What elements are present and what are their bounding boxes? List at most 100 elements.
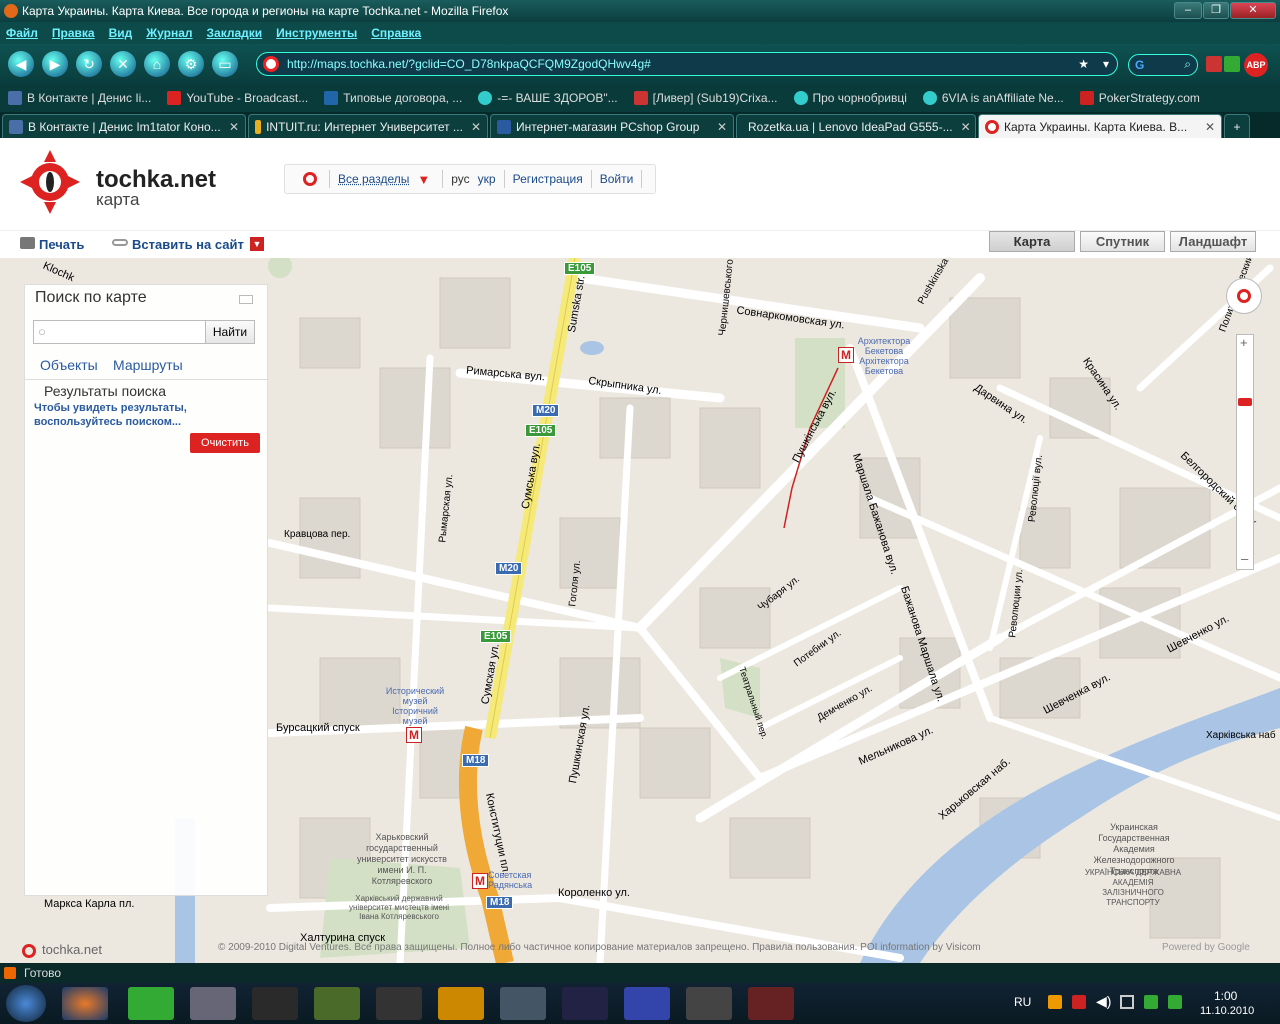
search-icon[interactable]: ⌕ bbox=[1184, 57, 1191, 72]
lang-ru[interactable]: рус bbox=[451, 172, 469, 186]
menu-file[interactable]: Файл bbox=[6, 26, 38, 40]
menu-view[interactable]: Вид bbox=[109, 26, 133, 40]
tray-icon[interactable] bbox=[1072, 995, 1086, 1009]
close-tab-icon[interactable]: ✕ bbox=[463, 120, 481, 134]
close-tab-icon[interactable]: ✕ bbox=[221, 120, 239, 134]
volume-icon[interactable]: ◀) bbox=[1096, 993, 1111, 1010]
url-field[interactable]: http://maps.tochka.net/?gclid=CO_D78nkpa… bbox=[256, 52, 1118, 76]
floppy-icon[interactable] bbox=[624, 987, 670, 1020]
sections-menu[interactable]: Все разделы bbox=[338, 172, 409, 186]
footer-logo[interactable]: tochka.net bbox=[42, 942, 102, 957]
halflife2-icon[interactable] bbox=[438, 987, 484, 1020]
zoom-handle[interactable] bbox=[1238, 398, 1252, 406]
tab-intuit[interactable]: INTUIT.ru: Интернет Университет ... ✕ bbox=[248, 114, 488, 138]
bookmark-item[interactable]: В Контакте | Денис Ii... bbox=[8, 91, 151, 105]
start-button[interactable] bbox=[6, 985, 46, 1022]
app-icon[interactable] bbox=[686, 987, 732, 1020]
tab-tochka[interactable]: Карта Украины. Карта Киева. В... ✕ bbox=[978, 114, 1222, 138]
menu-help[interactable]: Справка bbox=[371, 26, 421, 40]
maptype-terrain-button[interactable]: Ландшафт bbox=[1170, 231, 1256, 252]
forward-icon[interactable]: ▶ bbox=[42, 51, 68, 77]
zoom-in-icon[interactable]: + bbox=[1240, 335, 1248, 350]
reload-icon[interactable]: ↻ bbox=[76, 51, 102, 77]
new-tab-button[interactable]: + bbox=[1224, 114, 1250, 138]
firefox-taskbar-icon[interactable] bbox=[62, 987, 108, 1020]
register-link[interactable]: Регистрация bbox=[513, 172, 583, 186]
home-icon[interactable]: ⌂ bbox=[144, 51, 170, 77]
clock-date[interactable]: 11.10.2010 bbox=[1200, 1005, 1254, 1017]
embed-dropdown-icon[interactable]: ▼ bbox=[250, 237, 264, 251]
ati-icon[interactable] bbox=[562, 987, 608, 1020]
search-box[interactable]: G ⌕ bbox=[1128, 54, 1198, 76]
language-indicator[interactable]: RU bbox=[1014, 995, 1031, 1009]
halflife-icon[interactable] bbox=[252, 987, 298, 1020]
tab-vk[interactable]: В Контакте | Денис Im1tator Коно... ✕ bbox=[2, 114, 246, 138]
bookmark-item[interactable]: -=- ВАШЕ ЗДОРОВ"... bbox=[478, 91, 618, 105]
bookmark-item[interactable]: Типовые договора, ... bbox=[324, 91, 462, 105]
tab-strip: В Контакте | Денис Im1tator Коно... ✕ INT… bbox=[0, 112, 1280, 138]
close-tab-icon[interactable]: ✕ bbox=[953, 120, 971, 134]
bookmark-item[interactable]: [Ливер] (Sub19)Crixa... bbox=[633, 91, 778, 105]
tab-rozetka[interactable]: Rozetka.ua | Lenovo IdeaPad G555-... ✕ bbox=[736, 114, 976, 138]
metro-icon[interactable]: M bbox=[406, 727, 422, 743]
menu-tools[interactable]: Инструменты bbox=[276, 26, 357, 40]
status-text: Готово bbox=[24, 966, 62, 980]
clock-time[interactable]: 1:00 bbox=[1214, 989, 1237, 1003]
back-icon[interactable]: ◀ bbox=[8, 51, 34, 77]
adblock-icon[interactable]: ABP bbox=[1244, 53, 1268, 77]
url-dropdown-icon[interactable]: ▾ bbox=[1103, 53, 1109, 75]
chevron-down-icon[interactable]: ▼ bbox=[417, 172, 430, 187]
app-icon[interactable] bbox=[314, 987, 360, 1020]
addon-icon[interactable] bbox=[1206, 56, 1222, 72]
minimize-button[interactable]: – bbox=[1174, 2, 1202, 19]
close-tab-icon[interactable]: ✕ bbox=[709, 120, 727, 134]
zoom-slider[interactable]: + – bbox=[1236, 334, 1254, 570]
computer-icon[interactable] bbox=[190, 987, 236, 1020]
tray-icon[interactable] bbox=[1048, 995, 1062, 1009]
bookmark-item[interactable]: PokerStrategy.com bbox=[1079, 91, 1200, 105]
stop-icon[interactable]: ✕ bbox=[110, 51, 136, 77]
menu-edit[interactable]: Правка bbox=[52, 26, 95, 40]
tab-objects[interactable]: Объекты bbox=[40, 357, 98, 373]
tochka-logo[interactable] bbox=[20, 150, 80, 214]
metro-icon[interactable]: M bbox=[838, 347, 854, 363]
network-icon[interactable] bbox=[1120, 995, 1134, 1009]
maximize-button[interactable]: ❐ bbox=[1203, 2, 1229, 19]
road-badge: M18 bbox=[462, 754, 490, 767]
center-icon[interactable] bbox=[1237, 289, 1251, 303]
addon2-icon[interactable] bbox=[1224, 56, 1240, 72]
lang-ua[interactable]: укр bbox=[478, 172, 496, 186]
pan-control[interactable] bbox=[1226, 278, 1262, 314]
embed-link[interactable]: Вставить на сайт bbox=[132, 237, 244, 252]
menu-bookmarks[interactable]: Закладки bbox=[207, 26, 263, 40]
minimize-panel-icon[interactable] bbox=[239, 295, 253, 304]
bookmark-item[interactable]: Про чорнобривці bbox=[793, 91, 907, 105]
settings-icon[interactable]: ⚙ bbox=[178, 51, 204, 77]
status-bar: Готово bbox=[0, 963, 1280, 983]
login-link[interactable]: Войти bbox=[600, 172, 634, 186]
close-tab-icon[interactable]: ✕ bbox=[1197, 120, 1215, 134]
utorrent-icon[interactable] bbox=[128, 987, 174, 1020]
headset-icon[interactable] bbox=[500, 987, 546, 1020]
extension-icon[interactable]: ▭ bbox=[212, 51, 238, 77]
app-icon[interactable] bbox=[748, 987, 794, 1020]
tab-pcshop[interactable]: Интернет-магазин PCshop Group ✕ bbox=[490, 114, 734, 138]
bookmark-item[interactable]: 6VIA is anAffiliate Ne... bbox=[922, 91, 1064, 105]
metro-icon[interactable]: M bbox=[472, 873, 488, 889]
printer-icon[interactable] bbox=[20, 237, 35, 249]
maptype-map-button[interactable]: Карта bbox=[989, 231, 1075, 252]
print-link[interactable]: Печать bbox=[39, 237, 84, 252]
utorrent-tray-icon[interactable] bbox=[1168, 995, 1182, 1009]
bookmark-item[interactable]: YouTube - Broadcast... bbox=[167, 91, 308, 105]
clear-button[interactable]: Очистить bbox=[190, 433, 260, 453]
tray-icon[interactable] bbox=[1144, 995, 1158, 1009]
map-canvas[interactable]: Совнаркомовская ул. Римарська вул. Скрып… bbox=[0, 258, 1280, 963]
zoom-out-icon[interactable]: – bbox=[1241, 551, 1248, 566]
tab-routes[interactable]: Маршруты bbox=[113, 357, 183, 373]
app-icon[interactable] bbox=[376, 987, 422, 1020]
bookmark-star-icon[interactable]: ★ bbox=[1078, 53, 1089, 75]
close-button[interactable]: ✕ bbox=[1230, 2, 1276, 19]
menu-history[interactable]: Журнал bbox=[146, 26, 192, 40]
search-button[interactable]: Найти bbox=[205, 320, 255, 344]
maptype-satellite-button[interactable]: Спутник bbox=[1080, 231, 1165, 252]
